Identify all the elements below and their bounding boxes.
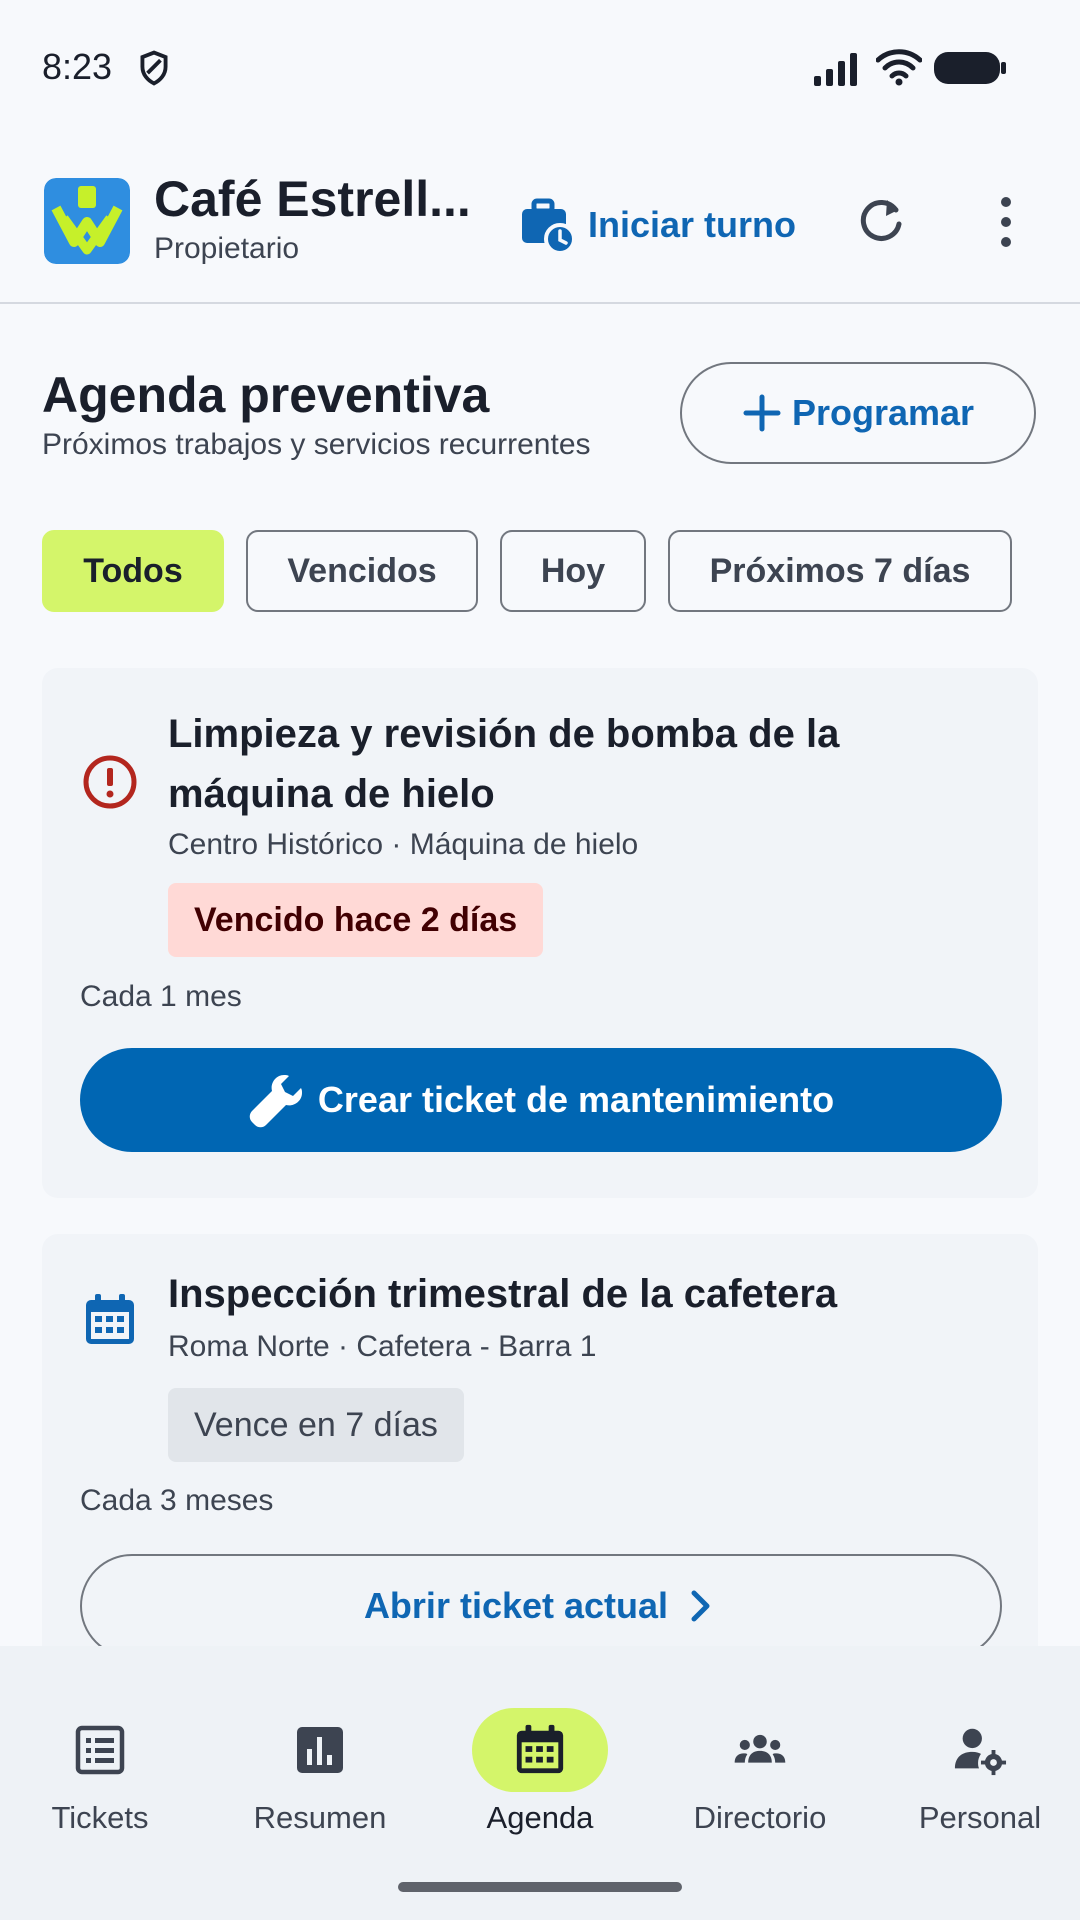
card-meta: Roma Norte · Cafetera - Barra 1 — [168, 1330, 597, 1363]
nav-label: Tickets — [51, 1800, 149, 1835]
status-badge: Vence en 7 días — [168, 1388, 464, 1462]
open-current-ticket-button[interactable]: Abrir ticket actual — [80, 1554, 1002, 1658]
schedule-label: Programar — [791, 392, 975, 433]
create-ticket-label: Crear ticket de mantenimiento — [317, 1079, 835, 1120]
filter-chip-hoy[interactable]: Hoy — [500, 530, 646, 612]
refresh-icon[interactable] — [856, 196, 906, 246]
start-shift-label: Iniciar turno — [588, 204, 797, 245]
nav-label: Resumen — [253, 1800, 387, 1835]
status-badge: Vencido hace 2 días — [168, 883, 544, 957]
home-indicator[interactable] — [398, 1882, 682, 1892]
card-meta: Centro Histórico · Máquina de hielo — [168, 828, 639, 861]
group-icon — [734, 1734, 786, 1763]
open-ticket-label: Abrir ticket actual — [363, 1585, 669, 1626]
calendar-icon — [516, 1724, 564, 1774]
user-settings-icon — [954, 1728, 1007, 1776]
app-logo — [44, 178, 130, 264]
create-maintenance-ticket-button[interactable]: Crear ticket de mantenimiento — [80, 1048, 1002, 1152]
nav-label: Agenda — [486, 1800, 594, 1835]
list-icon — [75, 1725, 125, 1775]
filter-chip-todos[interactable]: Todos — [42, 530, 224, 612]
signal-icon — [814, 53, 857, 86]
card-frequency: Cada 3 meses — [80, 1484, 274, 1517]
nav-label: Personal — [918, 1800, 1042, 1835]
nav-item-tickets[interactable]: Tickets — [0, 1676, 208, 1836]
schedule-card: Inspección trimestral de la cafetera Rom… — [42, 1234, 1038, 1674]
battery-icon — [934, 52, 1006, 84]
shield-icon — [140, 50, 168, 86]
chevron-right-icon — [691, 1590, 710, 1622]
nav-item-resumen[interactable]: Resumen — [212, 1676, 428, 1836]
start-shift-button[interactable]: Iniciar turno — [518, 190, 796, 260]
calendar-icon — [86, 1294, 134, 1344]
bottom-navigation: Tickets Resumen Agenda Directorio Person… — [0, 1646, 1080, 1920]
wifi-icon — [876, 49, 922, 86]
schedule-button[interactable]: Programar — [680, 362, 1036, 464]
app-header: Café Estrell... Propietario Iniciar turn… — [0, 150, 1080, 304]
more-vert-icon[interactable] — [986, 194, 1026, 250]
page-subtitle: Próximos trabajos y servicios recurrente… — [42, 428, 591, 461]
card-title: Limpieza y revisión de bomba de la máqui… — [168, 712, 840, 816]
nav-item-personal[interactable]: Personal — [872, 1676, 1080, 1836]
business-role: Propietario — [154, 232, 300, 265]
wrench-icon — [249, 1075, 302, 1128]
card-frequency: Cada 1 mes — [80, 980, 242, 1013]
briefcase-clock-icon — [522, 198, 576, 255]
nav-item-directorio[interactable]: Directorio — [652, 1676, 868, 1836]
alert-circle-icon — [83, 755, 137, 809]
business-name: Café Estrell... — [154, 171, 471, 227]
card-title: Inspección trimestral de la cafetera — [168, 1272, 838, 1316]
status-bar: 8:23 — [0, 0, 1080, 130]
nav-label: Directorio — [693, 1800, 827, 1835]
schedule-card: Limpieza y revisión de bomba de la máqui… — [42, 668, 1038, 1198]
page-title: Agenda preventiva — [42, 367, 490, 423]
status-time: 8:23 — [42, 46, 113, 87]
filter-chip-vencidos[interactable]: Vencidos — [246, 530, 478, 612]
nav-item-agenda[interactable]: Agenda — [432, 1676, 648, 1836]
filter-chip-proximos-7-dias[interactable]: Próximos 7 días — [668, 530, 1012, 612]
plus-icon — [743, 394, 781, 432]
bar-chart-icon — [297, 1727, 343, 1773]
